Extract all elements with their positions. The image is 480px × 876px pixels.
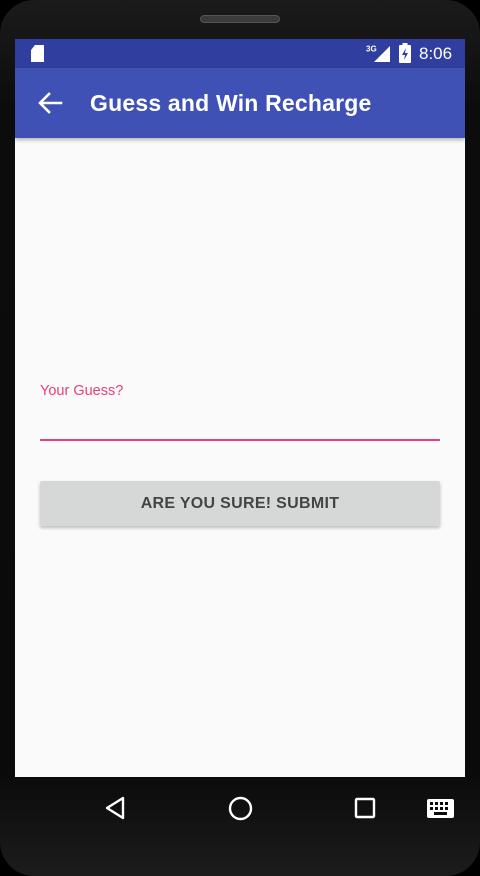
page-title: Guess and Win Recharge	[90, 90, 372, 116]
battery-charging-icon	[399, 43, 411, 63]
signal-icon: 3G	[366, 45, 390, 62]
status-time: 8:06	[419, 44, 453, 63]
screen: 3G 8:06 Guess and Win Recharge Your Gues…	[15, 39, 465, 777]
nav-home-icon[interactable]	[228, 796, 253, 821]
device-frame: 3G 8:06 Guess and Win Recharge Your Gues…	[0, 0, 480, 876]
guess-input[interactable]	[40, 405, 440, 441]
guess-label: Your Guess?	[40, 383, 124, 399]
speaker-grille	[200, 15, 280, 23]
status-bar: 3G 8:06	[15, 39, 465, 68]
submit-button[interactable]: ARE YOU SURE! SUBMIT	[40, 481, 440, 526]
app-bar: Guess and Win Recharge	[15, 68, 465, 138]
nav-recents-icon[interactable]	[354, 797, 376, 819]
arrow-left-icon[interactable]	[37, 91, 63, 115]
nav-back-icon[interactable]	[104, 796, 126, 820]
network-type-label: 3G	[366, 45, 377, 54]
keyboard-icon[interactable]	[427, 799, 454, 818]
sd-card-icon	[31, 45, 44, 62]
